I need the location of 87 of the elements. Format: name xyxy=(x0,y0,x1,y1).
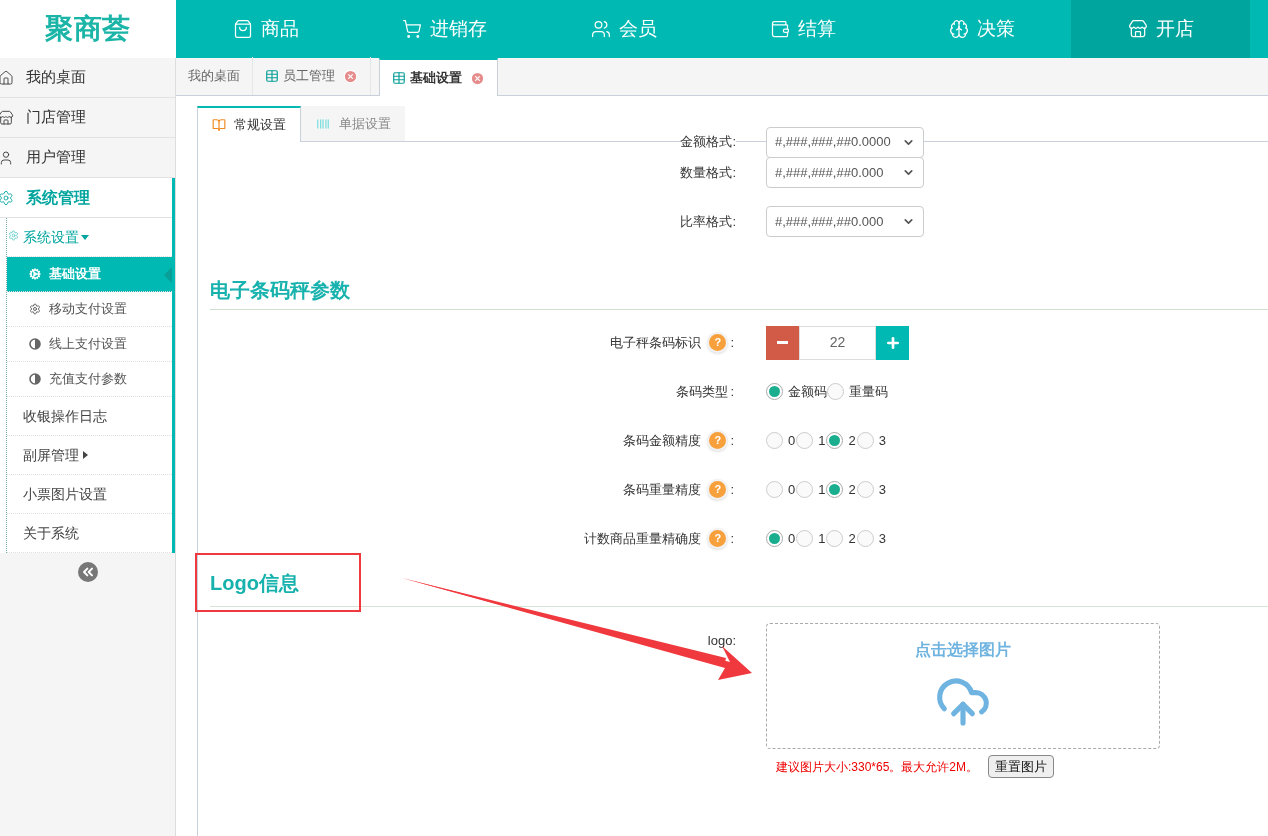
sidebar-subitem[interactable]: 收银操作日志 xyxy=(7,397,172,436)
sidebar-subitem[interactable]: 关于系统 xyxy=(7,514,172,553)
radio-button[interactable] xyxy=(826,432,844,449)
radio-button[interactable] xyxy=(766,530,783,547)
minus-icon xyxy=(777,341,788,344)
store-icon xyxy=(0,109,14,126)
close-icon[interactable] xyxy=(470,70,485,86)
settings-icon xyxy=(0,189,14,206)
bag-icon xyxy=(232,19,253,39)
radio-label: 0 xyxy=(788,431,796,450)
section-title: Logo信息 xyxy=(210,570,299,596)
colon: : xyxy=(730,333,734,352)
radio-button[interactable] xyxy=(856,432,874,449)
submenu-item[interactable]: 移动支付设置 xyxy=(7,292,172,327)
half-circle-icon xyxy=(29,373,41,385)
home-icon xyxy=(0,69,14,86)
radio-label: 1 xyxy=(818,431,826,450)
radio-button[interactable] xyxy=(766,481,783,498)
format-select[interactable]: #,###,###,##0.0000 xyxy=(766,126,924,158)
field-label: 计数商品重量精确度 xyxy=(584,529,702,548)
radio-label: 重量码 xyxy=(849,382,888,401)
users-icon xyxy=(590,19,611,39)
page-tab[interactable]: 员工管理 xyxy=(253,57,371,95)
sidebar-item[interactable]: 门店管理 xyxy=(0,98,175,138)
radio-label: 2 xyxy=(848,431,856,450)
radio-label: 3 xyxy=(878,480,886,499)
sidebar-subitem[interactable]: 副屏管理 xyxy=(7,436,172,475)
collapse-button[interactable] xyxy=(77,562,98,582)
field-label: logo: xyxy=(707,632,736,650)
radio-button[interactable] xyxy=(826,481,844,498)
colon: : xyxy=(730,480,734,499)
barcode-icon xyxy=(315,116,331,131)
number-field[interactable]: 22 xyxy=(799,325,876,360)
reset-image-button[interactable]: 重置图片 xyxy=(988,755,1055,778)
colon: : xyxy=(730,529,734,548)
radio-button[interactable] xyxy=(796,481,814,498)
radio-button[interactable] xyxy=(856,530,874,547)
radio-label: 3 xyxy=(878,529,886,548)
field-label: 电子秤条码标识 xyxy=(610,333,702,352)
radio-button[interactable] xyxy=(766,432,783,449)
table-icon xyxy=(265,69,279,83)
radio-label: 2 xyxy=(848,529,856,548)
radio-button[interactable] xyxy=(826,530,844,547)
decrement-button[interactable] xyxy=(766,325,799,360)
page-tab[interactable]: 我的桌面 xyxy=(176,57,253,95)
user-icon xyxy=(0,149,14,166)
nav-item[interactable]: 开店 xyxy=(1071,0,1250,58)
cart-icon xyxy=(402,19,422,39)
book-icon xyxy=(212,118,226,132)
submenu-item[interactable]: 线上支付设置 xyxy=(7,327,172,362)
format-select[interactable]: #,###,###,##0.000 xyxy=(766,206,924,237)
settings-tab[interactable]: 常规设置 xyxy=(197,106,301,142)
sidebar-subitem[interactable]: 小票图片设置 xyxy=(7,475,172,514)
radio-button[interactable] xyxy=(827,383,844,400)
radio-label: 1 xyxy=(818,480,826,499)
radio-label: 0 xyxy=(788,529,796,548)
radio-button[interactable] xyxy=(796,432,814,449)
close-icon[interactable] xyxy=(343,68,358,84)
colon: : xyxy=(730,382,734,401)
radio-label: 2 xyxy=(848,480,856,499)
radio-button[interactable] xyxy=(856,481,874,498)
radio-button[interactable] xyxy=(766,383,783,400)
colon: : xyxy=(730,431,734,450)
section-title: 电子条码秤参数 xyxy=(210,277,350,303)
radio-label: 金额码 xyxy=(788,382,827,401)
radio-label: 3 xyxy=(878,431,886,450)
radio-label: 1 xyxy=(818,529,826,548)
wallet-icon xyxy=(769,19,790,39)
radio-label: 0 xyxy=(788,480,796,499)
settings-tab[interactable]: 单据设置 xyxy=(301,106,405,141)
sidebar-item[interactable]: 我的桌面 xyxy=(0,58,175,98)
half-circle-icon xyxy=(29,338,41,350)
table-icon xyxy=(392,71,406,85)
increment-button[interactable] xyxy=(876,325,909,360)
page-tab[interactable]: 基础设置 xyxy=(379,58,498,96)
radio-button[interactable] xyxy=(796,530,814,547)
gear-icon xyxy=(29,268,41,280)
field-label: 条码金额精度 xyxy=(623,431,702,450)
plus-icon xyxy=(884,334,901,351)
field-label: 条码类型 xyxy=(676,382,729,401)
format-select[interactable]: #,###,###,##0.000 xyxy=(766,157,924,188)
hint-text: 建议图片大小:330*65。最大允许2M。 xyxy=(776,758,979,776)
submenu-item[interactable]: 充值支付参数 xyxy=(7,362,172,397)
field-label: 条码重量精度 xyxy=(623,480,702,499)
sidebar-item[interactable]: 系统管理 xyxy=(0,178,172,218)
store-icon xyxy=(1127,19,1148,39)
gear-icon xyxy=(8,230,19,241)
